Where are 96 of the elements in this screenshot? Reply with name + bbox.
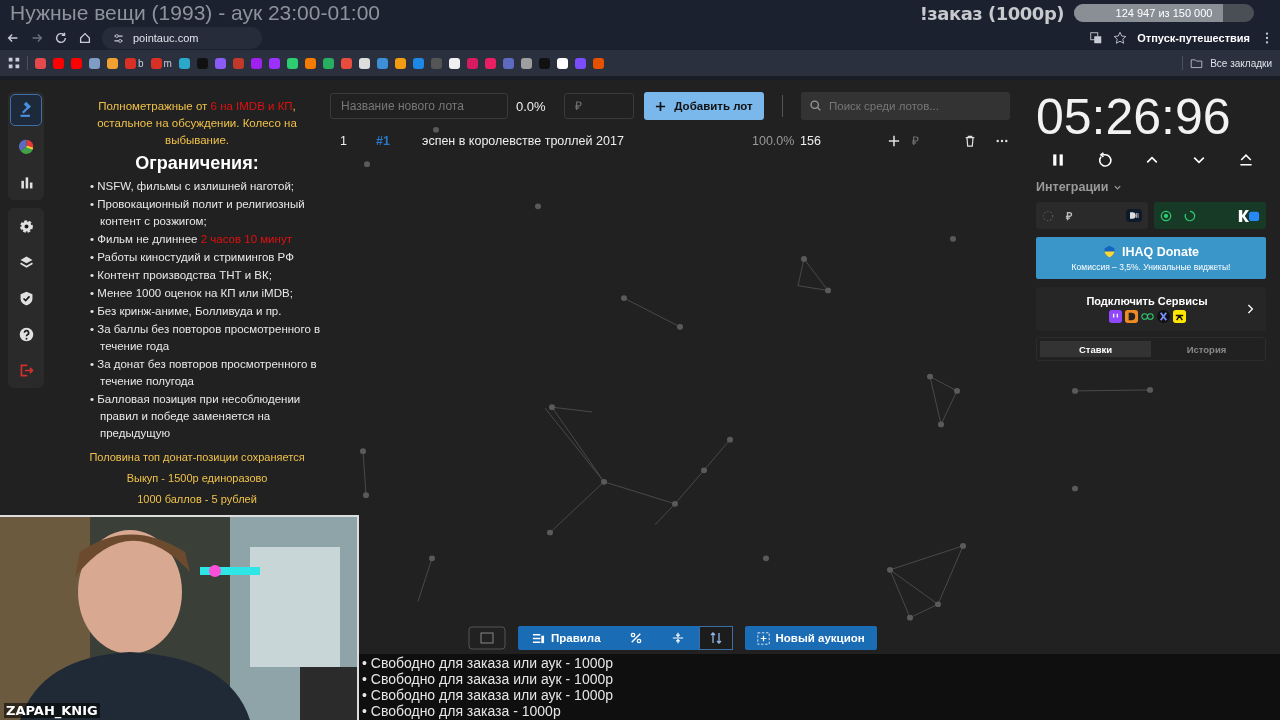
integration-card[interactable]: ₽	[1036, 202, 1148, 229]
connect-services-card[interactable]: Подключить Сервисы	[1036, 287, 1266, 331]
settings-icon[interactable]	[17, 217, 35, 235]
queue-line: • Свободно для заказа или аук - 1000р	[362, 687, 615, 703]
bookmark-label[interactable]: m	[163, 57, 172, 69]
status-indicator-icon	[1042, 209, 1054, 222]
service-logo-icon	[1156, 310, 1170, 323]
service-logo-icon	[1108, 310, 1122, 323]
list-icon	[532, 631, 545, 645]
site-settings-icon[interactable]	[112, 31, 125, 45]
rule-item: • Контент производства ТНТ и ВК;	[90, 268, 273, 283]
pie-chart-icon[interactable]	[17, 137, 35, 155]
queue-line: • Свободно для заказа или аук - 1000р	[362, 671, 615, 687]
add-frame-icon	[756, 631, 770, 645]
rule-item: • Работы киностудий и стримингов РФ	[90, 250, 295, 265]
forward-icon[interactable]	[30, 31, 44, 45]
stream-title-overlay: Нужные вещи (1993) - аук 23:00-01:00	[10, 1, 381, 25]
bookmark-icon[interactable]	[556, 57, 568, 69]
rules-note: 1000 баллов - 5 рублей	[136, 493, 258, 505]
rule-item: • Фильм не длиннее 2 часов 10 минут	[90, 232, 293, 247]
bookmark-icon[interactable]	[107, 57, 118, 69]
lot-percent: 0.0%	[516, 98, 547, 114]
search-field[interactable]: Поиск среди лотов...	[801, 92, 1010, 120]
service-logo-icon	[1140, 310, 1154, 323]
connect-services-title: Подключить Сервисы	[1086, 295, 1208, 307]
lot-amount-field[interactable]: ₽	[564, 93, 634, 119]
goal-caption: Отпуск-путешествия	[1137, 32, 1250, 44]
goal-label: !заказ (1000р)	[919, 2, 1064, 24]
promo-subtitle: Комиссия – 3,5%. Уникальные виджеты!	[1071, 261, 1231, 272]
lot-id: #1	[376, 134, 391, 148]
collapse-icon[interactable]	[671, 632, 684, 644]
rules-note: Половина топ донат-позиции сохраняется	[88, 451, 306, 463]
rule-item: • За донат без повторов просмотренного в течение полугода	[90, 357, 318, 389]
streamer-name: ZAPAH_KNIG	[4, 703, 100, 718]
goal-reading: 124 947 из 150 000	[1114, 6, 1214, 21]
restart-icon[interactable]	[1097, 152, 1113, 168]
lot-amount: 156	[800, 134, 822, 148]
percent-icon[interactable]	[629, 632, 642, 644]
timer: 05:26:96	[1036, 88, 1232, 146]
reload-icon[interactable]	[54, 31, 68, 45]
lot-add-amount-field[interactable]: ₽	[910, 133, 954, 149]
rule-item: • За баллы без повторов просмотренного в течение года	[90, 322, 322, 354]
address-text: pointauc.com	[133, 32, 199, 44]
back-icon[interactable]	[6, 31, 20, 45]
queue-line: • Свободно для заказа или аук - 1000р	[362, 655, 615, 671]
chevron-right-icon	[1246, 303, 1254, 315]
bookmark-icon[interactable]	[358, 57, 370, 69]
bookmark-label[interactable]: b	[138, 57, 144, 69]
spinner-icon	[1184, 209, 1196, 222]
sidebar-item[interactable]	[10, 94, 42, 126]
lot-name-field[interactable]: Название нового лота	[330, 93, 508, 119]
new-auction-button[interactable]: Новый аукцион	[744, 626, 877, 650]
lot-percent: 100.0%	[752, 134, 796, 148]
status-indicator-icon	[1160, 209, 1172, 222]
address-bar[interactable]: pointauc.com	[102, 27, 262, 49]
double-up-icon[interactable]	[1238, 152, 1254, 168]
promo-title: IHAQ Donate	[1121, 244, 1200, 259]
bookmark-icon[interactable]	[286, 57, 298, 69]
rule-item: • Менее 1000 оценок на КП или iMDB;	[90, 286, 294, 301]
rule-item: • Провокационный полит и религиозный контент с розжигом;	[90, 197, 306, 229]
all-bookmarks-link[interactable]: Все закладки	[1210, 57, 1272, 69]
tab[interactable]: История	[1151, 341, 1262, 357]
translate-icon[interactable]	[1089, 31, 1104, 45]
queue-line: • Свободно для заказа - 1000р	[362, 703, 562, 719]
pause-icon[interactable]	[1050, 152, 1066, 168]
bookmark-icon[interactable]	[448, 57, 460, 69]
rules-button[interactable]: Правила	[518, 626, 615, 650]
rule-item: • Балловая позиция при несоблюдении правил и победе заменяется на предыдущую	[90, 392, 302, 441]
star-icon[interactable]	[1113, 31, 1128, 45]
service-logo-icon	[1238, 208, 1260, 223]
rule-item: • Без кринж-аниме, Болливуда и пр.	[90, 304, 283, 319]
sort-icon[interactable]	[698, 626, 733, 650]
shield-logo-icon	[1102, 245, 1116, 258]
rule-item: • NSFW, фильмы с излишней наготой;	[90, 179, 295, 194]
lot-name: эспен в королевстве троллей 2017	[422, 134, 625, 148]
rules-note: Выкуп - 1500р единоразово	[125, 472, 269, 484]
plus-icon[interactable]	[888, 135, 900, 147]
apps-icon[interactable]	[8, 57, 20, 69]
rules-intro: Полнометражные от 6 на IMDB и КП, остальное на обсуждении. Колесо на выбывание.	[96, 99, 298, 148]
rules-heading: Ограничения:	[134, 153, 260, 174]
integrations-heading[interactable]: Интеграции	[1036, 180, 1109, 194]
service-logo-icon	[1126, 209, 1142, 222]
integration-card[interactable]	[1154, 202, 1266, 229]
home-icon[interactable]	[78, 31, 92, 45]
bookmark-icon[interactable]	[394, 57, 406, 69]
plus-icon	[655, 100, 667, 112]
service-logo-icon	[1124, 310, 1138, 323]
folder-icon[interactable]	[1190, 56, 1204, 70]
service-logo-icon	[1172, 310, 1186, 323]
tab[interactable]: Ставки	[1040, 341, 1151, 357]
help-icon[interactable]	[17, 325, 35, 343]
lot-rank: 1	[339, 134, 348, 148]
delete-icon[interactable]	[964, 135, 976, 147]
currency-symbol: ₽	[1066, 209, 1072, 223]
search-icon	[809, 99, 822, 112]
add-lot-button[interactable]: Добавить лот	[644, 92, 764, 120]
